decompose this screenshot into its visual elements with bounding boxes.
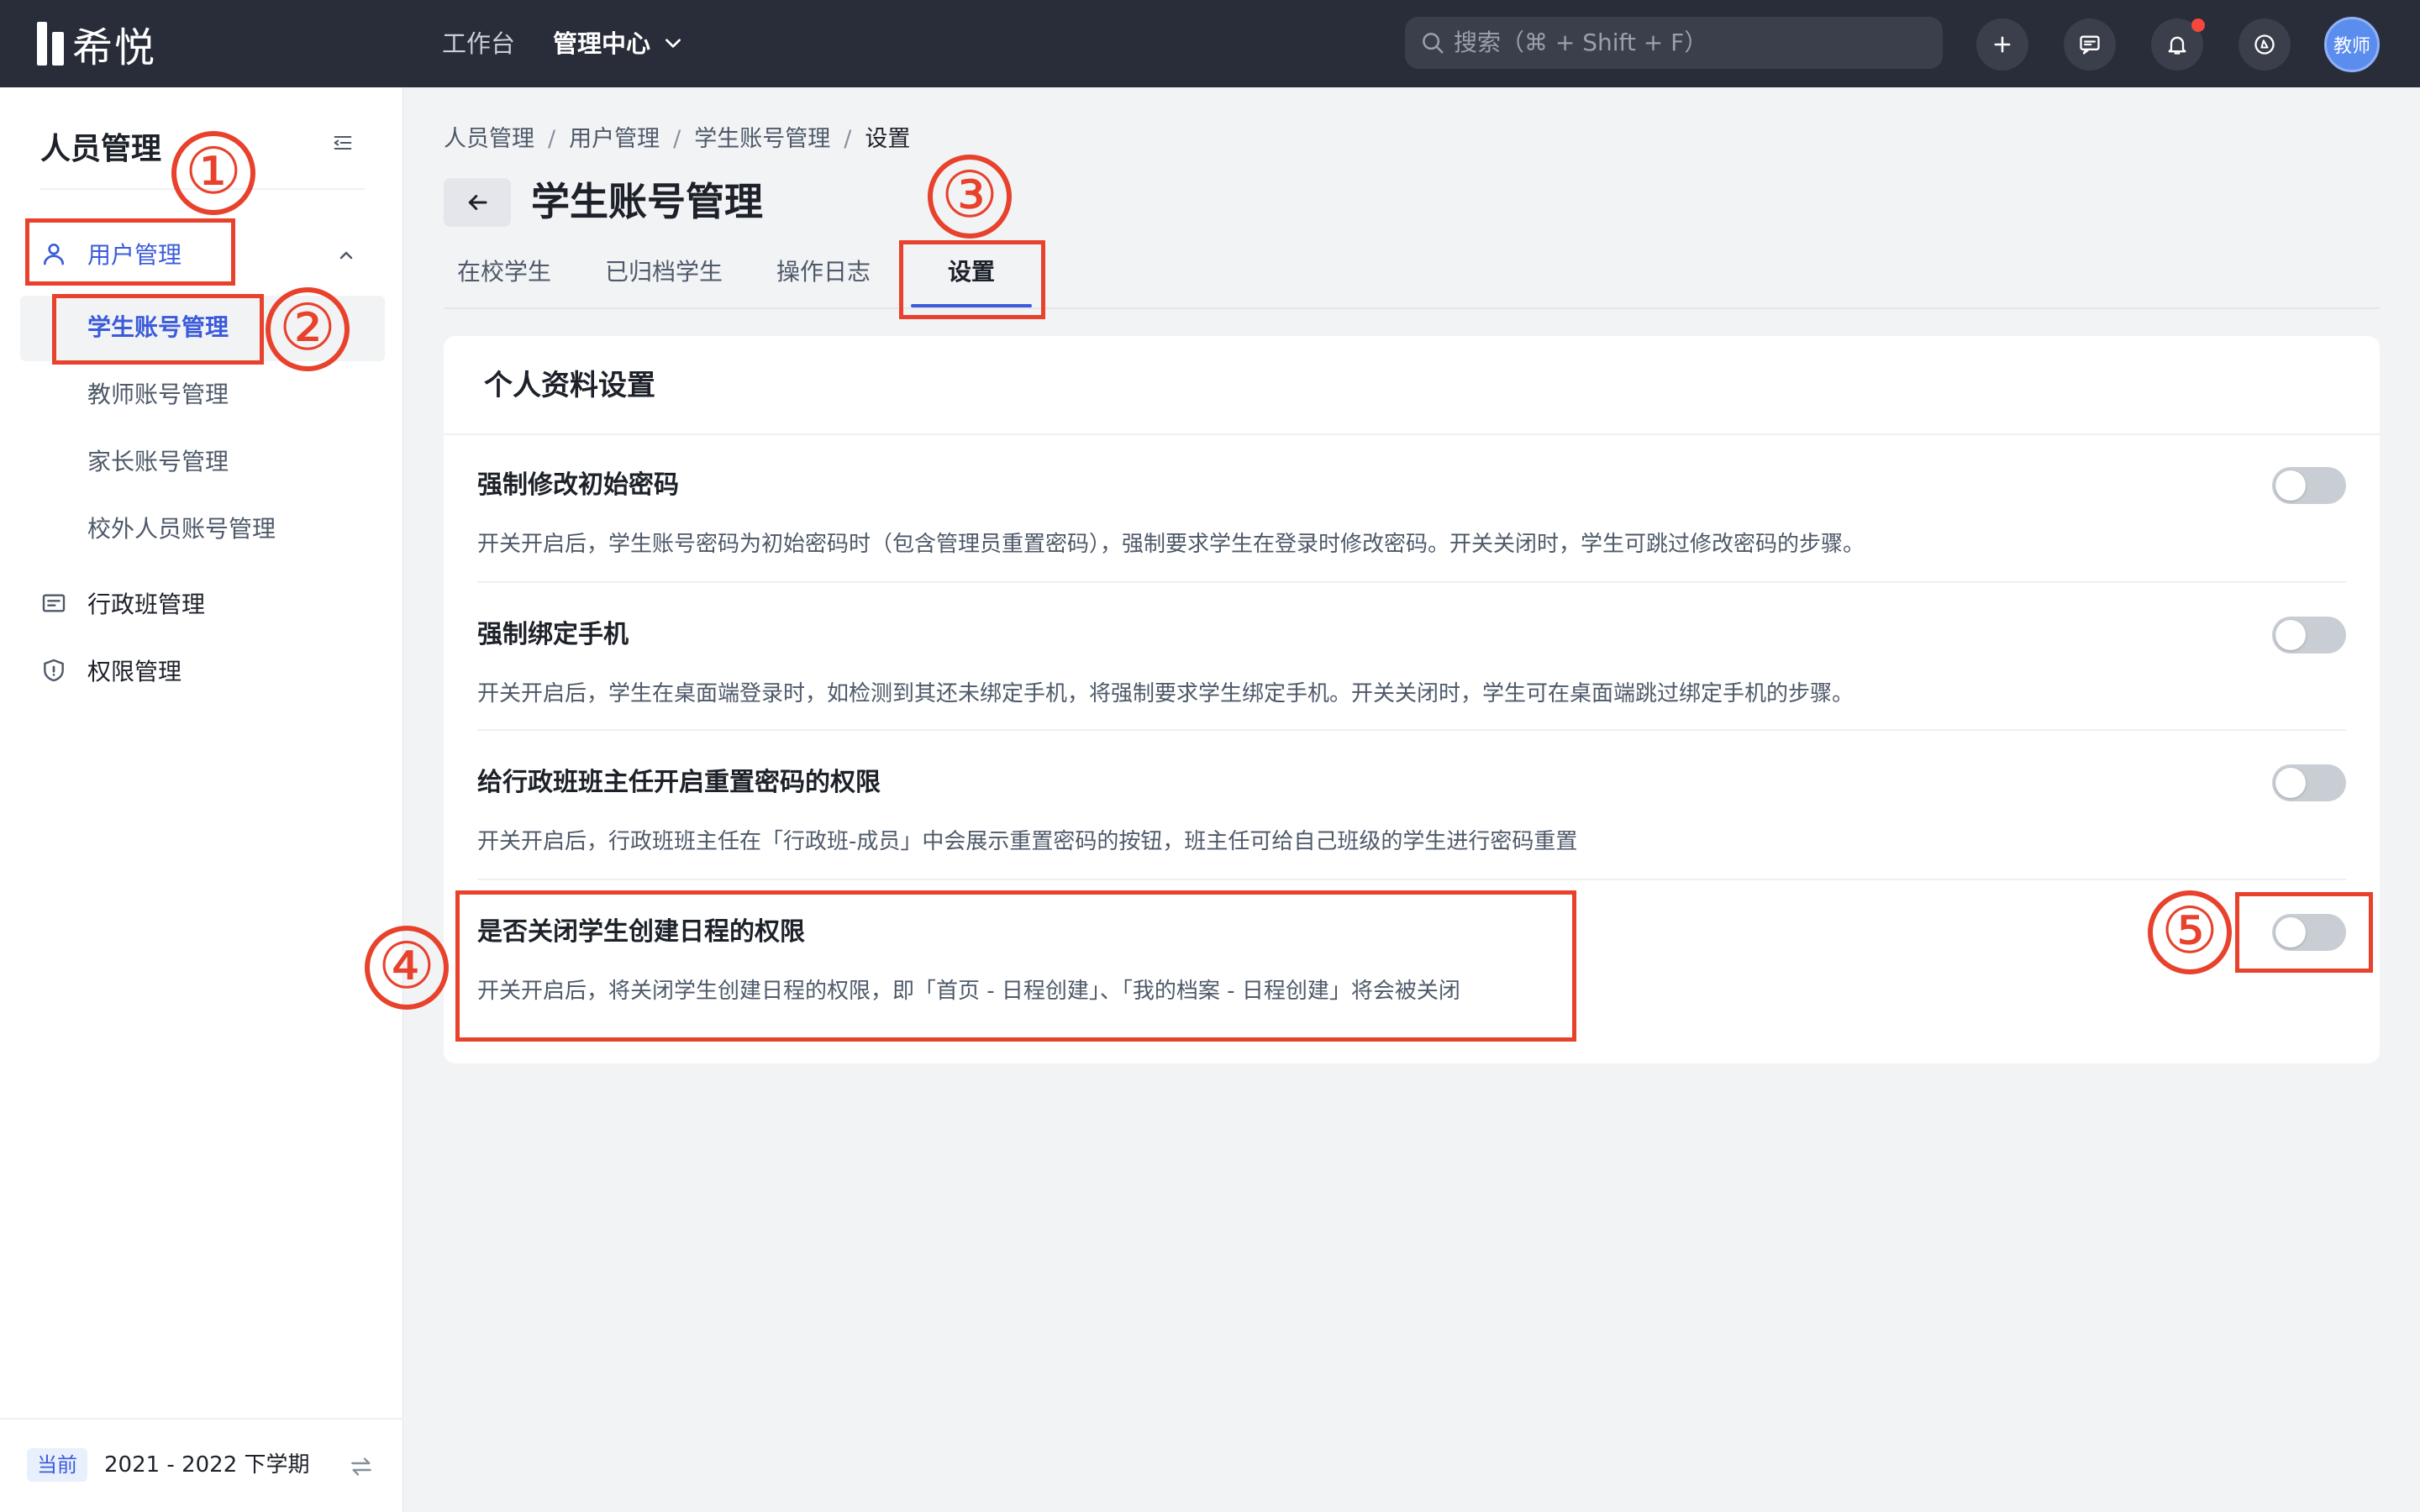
top-navigation-bar: 希悦 工作台 管理中心 搜索（⌘ + Shift + F） 教师: [0, 0, 2420, 87]
compass-icon: [2254, 34, 2275, 55]
annotation-box-2: [52, 294, 264, 365]
card-header-divider: [444, 433, 2380, 435]
search-icon: [1423, 33, 1444, 54]
breadcrumb-item[interactable]: 学生账号管理: [694, 123, 830, 156]
page-title: 学生账号管理: [531, 179, 763, 224]
notification-dot: [2191, 18, 2205, 32]
breadcrumb-separator: /: [673, 126, 681, 152]
app-switch-button[interactable]: [2238, 18, 2291, 71]
setting-divider: [477, 729, 2346, 731]
setting-divider: [477, 581, 2346, 583]
setting-description: 开关开启后，学生在桌面端登录时，如检测到其还未绑定手机，将强制要求学生绑定手机。…: [477, 681, 1854, 706]
setting-title: 强制绑定手机: [477, 620, 629, 649]
tab-current-students[interactable]: 在校学生: [457, 255, 551, 289]
sidebar-item-label: 权限管理: [87, 658, 182, 685]
breadcrumb-separator: /: [548, 126, 556, 152]
annotation-box-4: [455, 890, 1576, 1042]
messages-button[interactable]: [2064, 18, 2116, 71]
setting-divider: [477, 879, 2346, 880]
sidebar-item-teacher-accounts[interactable]: 教师账号管理: [87, 378, 229, 412]
current-term-badge: 当前: [27, 1448, 87, 1482]
annotation-box-5: [2235, 892, 2373, 973]
logo-text: 希悦: [72, 24, 157, 71]
switch-term-icon[interactable]: [348, 1453, 375, 1480]
logo-mark: [37, 22, 64, 66]
breadcrumb-separator: /: [844, 126, 852, 152]
toggle-knob: [2275, 470, 2306, 501]
message-icon: [2080, 35, 2100, 55]
shield-icon: [44, 659, 64, 682]
class-list-icon: [42, 594, 66, 612]
setting-title: 强制修改初始密码: [477, 470, 679, 500]
setting-description: 开关开启后，学生账号密码为初始密码时（包含管理员重置密码），强制要求学生在登录时…: [477, 532, 1865, 557]
arrow-left-icon: [468, 195, 487, 210]
teacher-reset-password-toggle[interactable]: [2272, 764, 2346, 801]
search-placeholder: 搜索（⌘ + Shift + F）: [1454, 29, 1708, 56]
toggle-knob: [2275, 620, 2306, 650]
search-input[interactable]: 搜索（⌘ + Shift + F）: [1405, 17, 1943, 69]
sidebar-footer-divider: [0, 1418, 403, 1420]
bell-icon: [2168, 36, 2186, 55]
plus-icon: [1994, 36, 2011, 53]
breadcrumb-current: 设置: [865, 126, 911, 152]
chevron-up-icon[interactable]: [336, 245, 356, 265]
add-button[interactable]: [1976, 18, 2028, 71]
nav-workbench[interactable]: 工作台: [442, 27, 515, 60]
annotation-number-3: ③: [928, 155, 1012, 239]
tab-operation-log[interactable]: 操作日志: [776, 255, 871, 289]
annotation-number-5: ⑤: [2148, 890, 2232, 974]
breadcrumb: 人员管理 / 用户管理 / 学生账号管理 / 设置: [444, 123, 910, 156]
back-button[interactable]: [444, 178, 511, 227]
sidebar-item-external-accounts[interactable]: 校外人员账号管理: [87, 512, 276, 546]
tabs-divider: [444, 307, 2380, 309]
tab-archived-students[interactable]: 已归档学生: [605, 255, 723, 289]
nav-admin-center[interactable]: 管理中心: [553, 27, 650, 60]
annotation-number-1: ①: [171, 131, 255, 215]
card-title: 个人资料设置: [484, 369, 655, 402]
setting-description: 开关开启后，行政班班主任在「行政班-成员」中会展示重置密码的按钮，班主任可给自己…: [477, 829, 1578, 854]
annotation-box-3: [899, 240, 1045, 319]
force-change-password-toggle[interactable]: [2272, 467, 2346, 504]
sidebar-item-permission-management[interactable]: 权限管理: [40, 654, 182, 687]
annotation-number-4: ④: [365, 926, 449, 1010]
annotation-number-2: ②: [266, 287, 350, 371]
sidebar-item-class-management[interactable]: 行政班管理: [40, 586, 205, 620]
sidebar-item-label: 行政班管理: [87, 591, 206, 618]
annotation-box-1: [25, 218, 235, 286]
collapse-sidebar-icon[interactable]: [331, 131, 355, 155]
sidebar-title: 人员管理: [40, 132, 162, 166]
user-avatar[interactable]: 教师: [2324, 17, 2380, 72]
breadcrumb-item[interactable]: 用户管理: [569, 123, 660, 156]
chevron-down-icon[interactable]: [662, 32, 684, 54]
breadcrumb-item[interactable]: 人员管理: [444, 123, 534, 156]
current-term-label: 2021 - 2022 下学期: [104, 1452, 310, 1478]
sidebar-item-parent-accounts[interactable]: 家长账号管理: [87, 445, 229, 479]
app-logo[interactable]: 希悦: [37, 22, 156, 71]
toggle-knob: [2275, 768, 2306, 798]
force-bind-phone-toggle[interactable]: [2272, 617, 2346, 654]
setting-title: 给行政班班主任开启重置密码的权限: [477, 768, 881, 797]
